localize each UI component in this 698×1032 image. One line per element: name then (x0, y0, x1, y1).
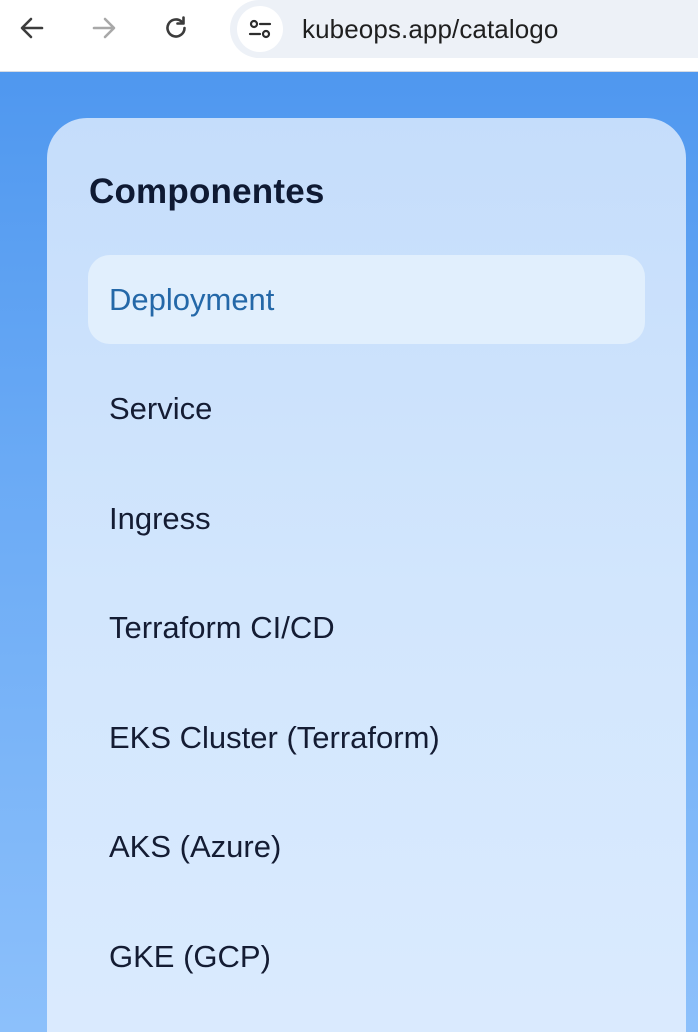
arrow-left-icon (20, 17, 44, 39)
forward-button[interactable] (84, 8, 124, 48)
panel-title: Componentes (89, 172, 325, 211)
menu-item-terraform-cicd[interactable]: Terraform CI/CD (88, 584, 645, 673)
site-info-button[interactable] (237, 6, 283, 52)
menu-item-aks-azure[interactable]: AKS (Azure) (88, 803, 645, 892)
menu-item-ingress[interactable]: Ingress (88, 474, 645, 563)
url-text[interactable]: kubeops.app/catalogo (302, 14, 558, 45)
menu-item-gke-gcp[interactable]: GKE (GCP) (88, 912, 645, 1001)
reload-button[interactable] (156, 8, 196, 48)
browser-toolbar: kubeops.app/catalogo (0, 0, 698, 72)
reload-icon (166, 16, 186, 38)
menu-item-deployment[interactable]: Deployment (88, 255, 645, 344)
menu-item-eks-cluster[interactable]: EKS Cluster (Terraform) (88, 693, 645, 782)
components-menu: Deployment Service Ingress Terraform CI/… (88, 255, 645, 1022)
components-panel: Componentes Deployment Service Ingress T… (47, 118, 686, 1032)
menu-item-service[interactable]: Service (88, 365, 645, 454)
arrow-right-icon (92, 17, 116, 39)
tune-icon (248, 19, 272, 39)
address-bar[interactable]: kubeops.app/catalogo (230, 0, 698, 58)
back-button[interactable] (12, 8, 52, 48)
